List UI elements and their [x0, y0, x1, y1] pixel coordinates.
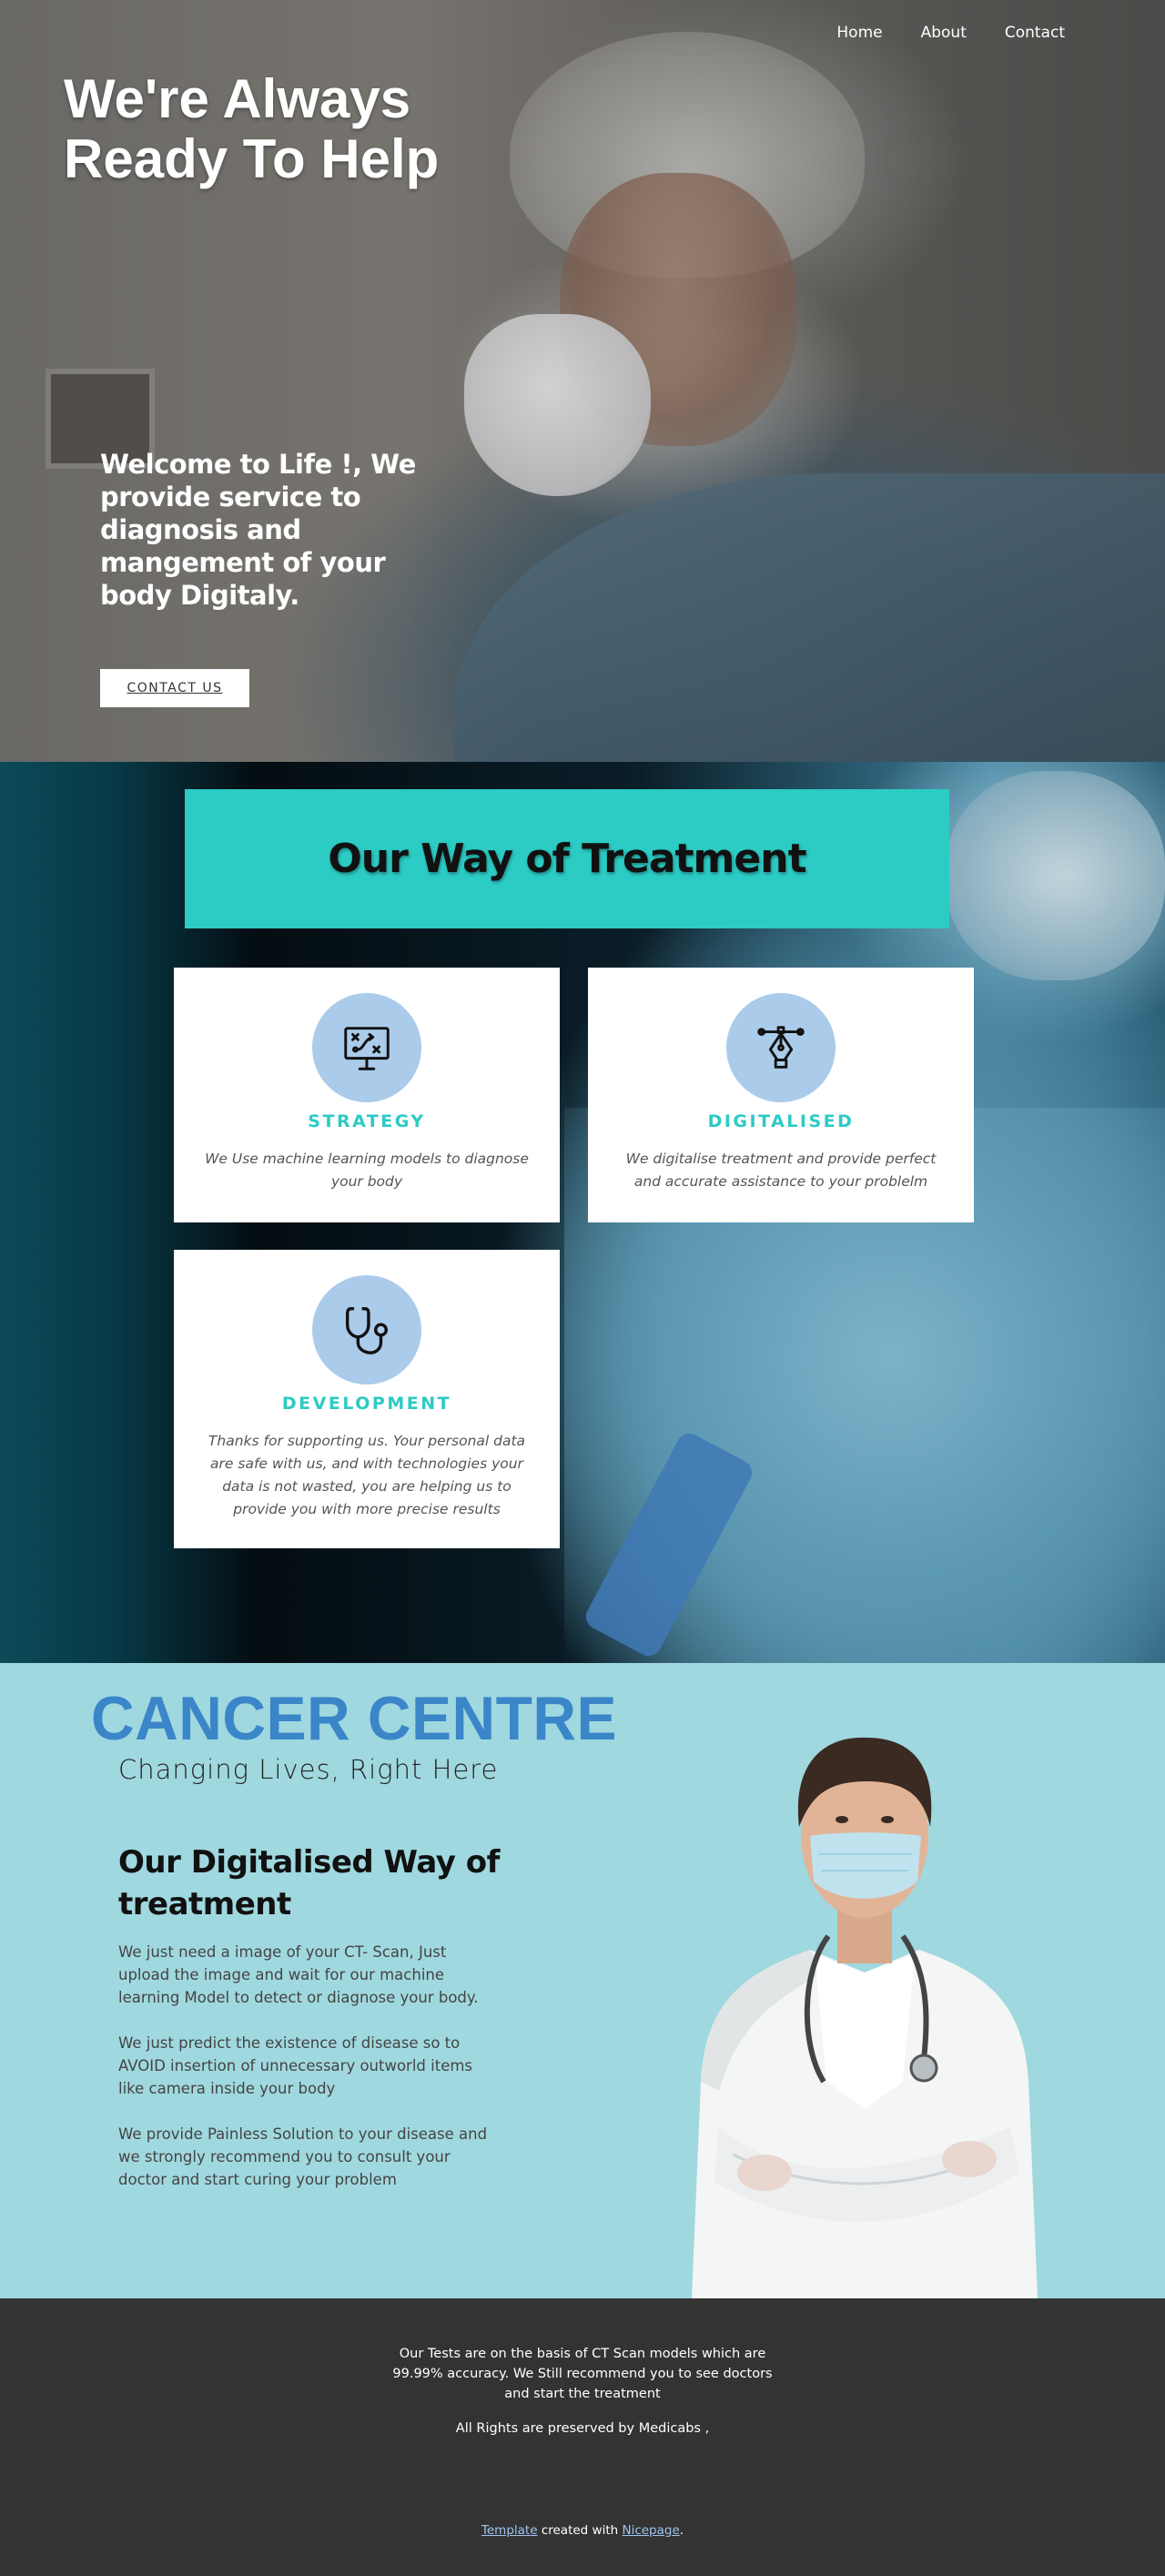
card-strategy: STRATEGY We Use machine learning models … — [174, 968, 560, 1222]
stethoscope-icon — [345, 1307, 389, 1354]
cancer-paragraph-2: We just predict the existence of disease… — [118, 2034, 473, 2097]
credit-text: created with — [537, 2523, 623, 2538]
treatment-heading: Our Way of Treatment — [328, 836, 806, 882]
treatment-section: Our Way of Treatment STRATEGY We Use mac… — [0, 762, 1165, 1663]
card-icon-circle — [726, 993, 836, 1102]
footer-rights: All Rights are preserved by Medicabs , — [455, 2421, 710, 2436]
card-icon-circle — [312, 993, 421, 1102]
template-link[interactable]: Template — [481, 2523, 538, 2538]
contact-us-button[interactable]: CONTACT US — [100, 669, 249, 707]
hero-title-line2: Ready To Help — [64, 128, 440, 189]
card-icon-circle — [312, 1275, 421, 1384]
cancer-centre-heading: Our Digitalised Way of treatment — [118, 1844, 500, 1922]
card-title: STRATEGY — [308, 1111, 426, 1131]
card-development: DEVELOPMENT Thanks for supporting us. Yo… — [174, 1250, 560, 1548]
hero-section: Home About Contact We're Always Ready To… — [0, 0, 1165, 762]
doctor-image — [692, 1737, 1038, 2298]
card-title: DIGITALISED — [707, 1111, 855, 1131]
cancer-centre-section: CANCER CENTRE Changing Lives, Right Here… — [0, 1663, 1165, 2298]
treatment-photo-face — [947, 771, 1165, 980]
nicepage-link[interactable]: Nicepage — [622, 2523, 679, 2538]
hero-photo-mask — [464, 314, 651, 496]
cancer-paragraph-3: We provide Painless Solution to your dis… — [118, 2125, 488, 2188]
treatment-banner: Our Way of Treatment — [185, 789, 949, 928]
hero-title-line1: We're Always — [64, 68, 411, 129]
cancer-centre-title: CANCER CENTRE — [91, 1684, 617, 1753]
card-description: We Use machine learning models to diagno… — [205, 1151, 529, 1190]
presentation-board-icon — [344, 1027, 390, 1070]
card-description: We digitalise treatment and provide perf… — [625, 1151, 937, 1190]
nav-contact[interactable]: Contact — [1005, 24, 1065, 42]
credit-end: . — [679, 2523, 684, 2538]
hero-subtitle: Welcome to Life !, We provide service to… — [100, 449, 416, 611]
footer: Our Tests are on the basis of CT Scan mo… — [0, 2298, 1165, 2576]
pen-tool-icon — [757, 1026, 805, 1069]
hero-title: We're Always Ready To Help — [64, 69, 439, 189]
hero-photo-scrubs — [455, 473, 1165, 762]
card-title: DEVELOPMENT — [281, 1394, 452, 1414]
cancer-paragraph-1: We just need a image of your CT- Scan, J… — [118, 1943, 479, 2006]
cancer-centre-tagline: Changing Lives, Right Here — [118, 1754, 499, 1785]
footer-credit: Template created with Nicepage. — [0, 2523, 1165, 2538]
card-description: Thanks for supporting us. Your personal … — [208, 1433, 526, 1517]
footer-note: Our Tests are on the basis of CT Scan mo… — [392, 2347, 773, 2401]
card-digitalised: DIGITALISED We digitalise treatment and … — [588, 968, 974, 1222]
nav-about[interactable]: About — [921, 24, 967, 42]
nav-home[interactable]: Home — [836, 24, 882, 42]
main-nav: Home About Contact — [836, 24, 1065, 42]
